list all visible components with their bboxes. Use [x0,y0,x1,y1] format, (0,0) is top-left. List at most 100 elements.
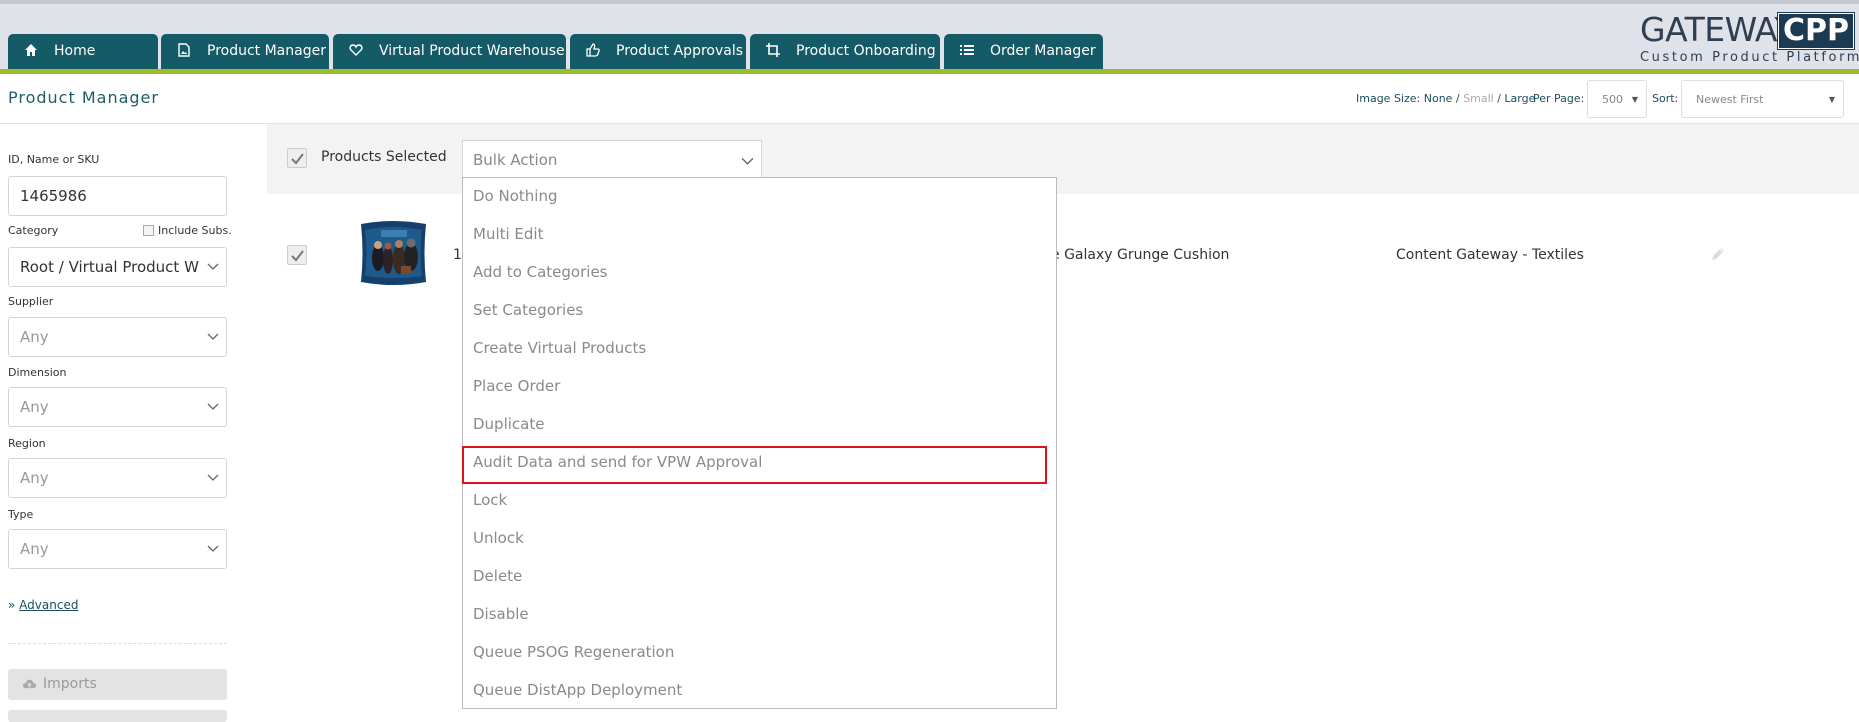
tab-label: Virtual Product Warehouse [379,43,565,59]
include-subs-checkbox[interactable] [143,225,154,236]
bulk-option-lock[interactable]: Lock [473,491,507,509]
bulk-option-delete[interactable]: Delete [473,567,522,585]
supplier-value: Any [20,328,49,346]
secondary-sidebar-button[interactable] [8,710,227,722]
cloud-upload-icon [22,679,37,689]
tab-label: Home [54,43,96,59]
row-select-checkbox[interactable] [287,245,307,265]
checkmark-icon [291,153,304,165]
bulk-option-unlock[interactable]: Unlock [473,529,524,547]
bulk-action-dropdown: Do Nothing Multi Edit Add to Categories … [462,177,1057,709]
tab-product-approvals[interactable]: Product Approvals [570,34,746,69]
per-page-value: 500 [1602,93,1623,106]
chevron-down-icon [207,545,219,552]
image-size-small[interactable]: Small [1463,92,1494,105]
sort-select[interactable]: Newest First ▼ [1681,80,1844,118]
category-label: Category [8,224,59,237]
tab-order-manager[interactable]: Order Manager [944,34,1103,69]
cushion-image [361,221,426,285]
logo-tagline: Custom Product Platform [1640,50,1859,65]
chevron-down-icon [207,403,219,410]
tab-label: Product Approvals [616,43,744,59]
region-label: Region [8,437,46,450]
dimension-value: Any [20,398,49,416]
bulk-option-do-nothing[interactable]: Do Nothing [473,187,557,205]
highlighted-option-outline [462,446,1047,484]
bulk-option-duplicate[interactable]: Duplicate [473,415,544,433]
bulk-option-queue-psog-regeneration[interactable]: Queue PSOG Regeneration [473,643,674,661]
caret-down-icon: ▼ [1631,95,1638,104]
home-icon [24,36,40,56]
bulk-option-set-categories[interactable]: Set Categories [473,301,583,319]
per-page-select[interactable]: 500 ▼ [1587,80,1647,118]
type-label: Type [8,508,34,521]
tab-product-onboarding[interactable]: Product Onboarding [750,34,940,69]
bulk-action-value: Bulk Action [473,151,558,169]
image-size-large[interactable]: Large [1504,92,1535,105]
chevron-down-icon [741,157,754,165]
caret-down-icon: ▼ [1828,95,1835,104]
id-search-input[interactable]: 1465986 [8,176,227,216]
products-selected-label: Products Selected [321,149,447,165]
heart-icon [349,36,365,56]
id-search-value: 1465986 [20,187,87,205]
logo-cpp-badge: CPP [1778,13,1854,49]
type-value: Any [20,540,49,558]
separator: / [1493,92,1505,105]
category-select[interactable]: Root / Virtual Product W [8,247,227,287]
chevron-down-icon [207,333,219,340]
per-page-label: Per Page: [1533,92,1585,105]
advanced-link[interactable]: Advanced [19,598,78,612]
imports-label: Imports [43,676,97,692]
region-value: Any [20,469,49,487]
edit-pencil-icon[interactable] [1710,246,1726,262]
product-supplier: Content Gateway - Textiles [1396,247,1584,263]
region-select[interactable]: Any [8,458,227,498]
separator: / [1452,92,1464,105]
supplier-label: Supplier [8,295,54,308]
advanced-toggle[interactable]: » Advanced [8,598,78,612]
header-accent-line [0,69,1859,74]
image-file-icon [177,36,193,57]
bulk-option-place-order[interactable]: Place Order [473,377,560,395]
sort-value: Newest First [1696,93,1764,106]
image-size-options: Image Size: None / Small / Large [1356,92,1535,105]
product-name[interactable]: e Galaxy Grunge Cushion [1051,247,1229,263]
supplier-select[interactable]: Any [8,317,227,357]
tab-label: Product Manager [207,43,326,59]
image-size-none[interactable]: None [1424,92,1453,105]
imports-button[interactable]: Imports [8,669,227,700]
bulk-option-multi-edit[interactable]: Multi Edit [473,225,543,243]
tab-virtual-product-warehouse[interactable]: Virtual Product Warehouse [333,34,566,69]
crop-icon [766,36,782,57]
gateway-cpp-logo[interactable]: GATEWAY CPP Custom Product Platform [1640,10,1859,68]
image-size-label: Image Size: [1356,92,1421,105]
sidebar-divider [8,643,227,644]
type-select[interactable]: Any [8,529,227,569]
select-all-checkbox[interactable] [287,148,307,168]
bulk-option-add-to-categories[interactable]: Add to Categories [473,263,608,281]
product-thumbnail[interactable] [357,218,430,288]
dimension-label: Dimension [8,366,67,379]
chevron-down-icon [207,474,219,481]
bulk-option-create-virtual-products[interactable]: Create Virtual Products [473,339,646,357]
include-subs-label: Include Subs. [158,224,232,237]
id-filter-label: ID, Name or SKU [8,153,100,166]
chevron-down-icon [207,263,219,270]
thumbs-up-icon [586,36,602,57]
list-icon [960,36,976,55]
dimension-select[interactable]: Any [8,387,227,427]
double-chevron-right-icon: » [8,598,16,612]
tab-home[interactable]: Home [8,34,158,69]
bulk-option-disable[interactable]: Disable [473,605,529,623]
tab-product-manager[interactable]: Product Manager [161,34,329,69]
bulk-option-queue-distapp-deployment[interactable]: Queue DistApp Deployment [473,681,682,699]
sort-label: Sort: [1652,92,1679,105]
logo-gateway-text: GATEWAY [1640,10,1795,49]
bulk-action-select[interactable]: Bulk Action [462,140,762,180]
page-title: Product Manager [8,88,159,107]
tab-label: Product Onboarding [796,43,936,59]
checkmark-icon [291,250,304,262]
tab-label: Order Manager [990,43,1096,59]
category-value: Root / Virtual Product W [20,258,199,276]
